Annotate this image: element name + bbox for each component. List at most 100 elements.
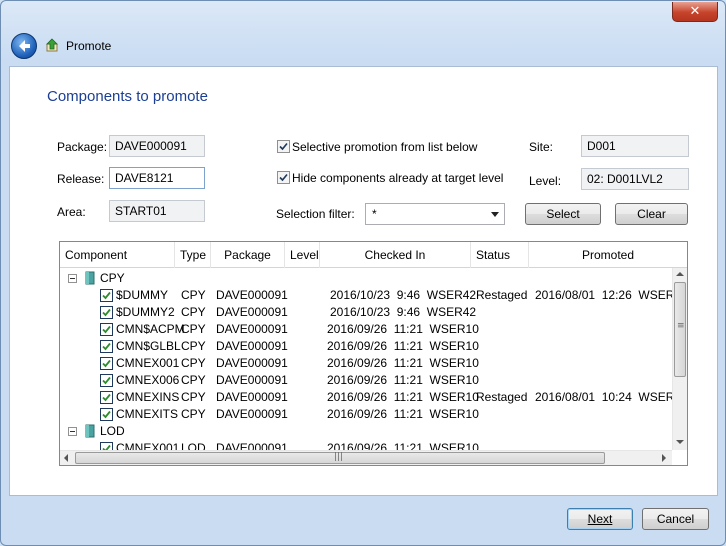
- promoted-cell: 2016/08/01 12:26 WSER42: [535, 288, 688, 302]
- close-icon: ✕: [689, 4, 701, 19]
- checkmark-icon: [102, 359, 111, 368]
- row-checkbox[interactable]: [100, 306, 113, 319]
- table-row[interactable]: CMNEXINS CPY DAVE000091 2016/09/26 11:21…: [60, 389, 687, 406]
- component-cell: $DUMMY: [116, 288, 169, 302]
- selective-promotion-label: Selective promotion from list below: [292, 140, 478, 154]
- component-cell: $DUMMY2: [116, 305, 175, 319]
- column-header-type[interactable]: Type: [175, 242, 211, 268]
- checkmark-icon: [279, 142, 288, 151]
- area-label: Area:: [57, 205, 86, 219]
- selective-promotion-checkbox[interactable]: [277, 140, 290, 153]
- checked-in-cell: 2016/10/23 9:46 WSER42: [330, 288, 477, 302]
- scroll-down-icon[interactable]: [676, 440, 684, 444]
- checked-in-cell: 2016/09/26 11:21 WSER10: [327, 322, 479, 336]
- collapse-icon[interactable]: [68, 274, 77, 283]
- vertical-scrollbar[interactable]: ≡: [672, 268, 687, 450]
- type-cell: CPY: [181, 390, 206, 404]
- type-cell: CPY: [181, 288, 206, 302]
- table-row[interactable]: CMN$ACPM CPY DAVE000091 2016/09/26 11:21…: [60, 321, 672, 338]
- group-label: LOD: [100, 424, 125, 438]
- status-cell: Restaged: [476, 288, 528, 302]
- row-checkbox[interactable]: [100, 289, 113, 302]
- column-header-level[interactable]: Level: [285, 242, 320, 268]
- checked-in-cell: 2016/09/26 11:21 WSER10: [327, 356, 479, 370]
- back-button[interactable]: [11, 33, 37, 59]
- promoted-cell: 2016/08/01 10:24 WSER42: [535, 390, 688, 404]
- column-header-component[interactable]: Component: [60, 242, 175, 268]
- component-cell: CMN$GLBL: [116, 339, 181, 353]
- component-cell: CMNEX001: [116, 356, 180, 370]
- row-checkbox[interactable]: [100, 408, 113, 421]
- row-checkbox[interactable]: [100, 323, 113, 336]
- row-checkbox[interactable]: [100, 357, 113, 370]
- group-label: CPY: [100, 271, 125, 285]
- page-heading: Components to promote: [47, 88, 208, 105]
- selection-filter-dropdown[interactable]: *: [365, 203, 505, 225]
- checked-in-cell: 2016/09/26 11:21 WSER10: [327, 407, 479, 421]
- type-cell: CPY: [181, 356, 206, 370]
- row-checkbox[interactable]: [100, 340, 113, 353]
- scroll-up-icon[interactable]: [676, 272, 684, 276]
- cancel-button[interactable]: Cancel: [642, 508, 709, 530]
- row-checkbox[interactable]: [100, 391, 113, 404]
- package-cell: DAVE000091: [216, 288, 288, 302]
- site-label: Site:: [529, 140, 554, 154]
- package-cell: DAVE000091: [216, 373, 288, 387]
- checkmark-icon: [279, 173, 288, 182]
- column-header-status[interactable]: Status: [471, 242, 529, 268]
- table-row[interactable]: CMNEX006 CPY DAVE000091 2016/09/26 11:21…: [60, 372, 672, 389]
- checked-in-cell: 2016/10/23 9:46 WSER42: [330, 305, 477, 319]
- folder-icon: [85, 424, 95, 438]
- type-cell: CPY: [181, 339, 206, 353]
- table-row[interactable]: $DUMMY2 CPY DAVE000091 2016/10/23 9:46 W…: [60, 304, 672, 321]
- scroll-left-icon[interactable]: [64, 454, 68, 462]
- checkmark-icon: [102, 308, 111, 317]
- column-header-package[interactable]: Package: [211, 242, 285, 268]
- type-cell: CPY: [181, 322, 206, 336]
- table-row[interactable]: CMN$GLBL CPY DAVE000091 2016/09/26 11:21…: [60, 338, 672, 355]
- component-cell: CMNEXITS: [116, 407, 179, 421]
- release-field[interactable]: DAVE8121: [109, 167, 205, 189]
- next-button-label: Next: [587, 512, 613, 526]
- group-row-lod[interactable]: LOD: [60, 423, 672, 440]
- horizontal-scrollbar[interactable]: |||: [60, 450, 672, 465]
- components-table[interactable]: Component Type Package Level Checked In …: [59, 241, 688, 466]
- site-field[interactable]: D001: [581, 135, 689, 157]
- group-row-cpy[interactable]: CPY: [60, 270, 672, 287]
- level-field[interactable]: 02: D001LVL2: [581, 168, 689, 190]
- vertical-scroll-thumb[interactable]: ≡: [674, 282, 686, 377]
- row-checkbox[interactable]: [100, 374, 113, 387]
- package-cell: DAVE000091: [216, 356, 288, 370]
- collapse-icon[interactable]: [68, 427, 77, 436]
- select-button[interactable]: Select: [525, 203, 601, 225]
- column-header-checked-in[interactable]: Checked In: [320, 242, 471, 268]
- checkmark-icon: [102, 342, 111, 351]
- package-cell: DAVE000091: [216, 407, 288, 421]
- status-cell: Restaged: [476, 390, 528, 404]
- column-header-promoted[interactable]: Promoted: [529, 242, 687, 268]
- table-row[interactable]: $DUMMY CPY DAVE000091 2016/10/23 9:46 WS…: [60, 287, 687, 304]
- table-row[interactable]: CMNEX001 CPY DAVE000091 2016/09/26 11:21…: [60, 355, 672, 372]
- back-arrow-icon: [19, 40, 30, 52]
- package-cell: DAVE000091: [216, 322, 288, 336]
- hide-components-label: Hide components already at target level: [292, 171, 504, 185]
- hide-components-checkbox[interactable]: [277, 171, 290, 184]
- clear-button[interactable]: Clear: [615, 203, 688, 225]
- close-button[interactable]: ✕: [672, 2, 718, 22]
- window-title: Promote: [66, 39, 112, 53]
- scroll-right-icon[interactable]: [662, 454, 666, 462]
- level-label: Level:: [529, 174, 562, 188]
- horizontal-scroll-thumb[interactable]: |||: [75, 452, 605, 464]
- grip-icon: ≡: [677, 321, 685, 331]
- package-field[interactable]: DAVE000091: [109, 135, 205, 157]
- package-cell: DAVE000091: [216, 305, 288, 319]
- promote-window: ✕ Promote Components to promote Package:…: [0, 0, 726, 546]
- promote-icon: [46, 38, 58, 52]
- checked-in-cell: 2016/09/26 11:21 WSER10: [327, 373, 479, 387]
- table-header: Component Type Package Level Checked In …: [60, 242, 687, 268]
- table-row[interactable]: CMNEXITS CPY DAVE000091 2016/09/26 11:21…: [60, 406, 672, 423]
- release-label: Release:: [57, 172, 105, 186]
- area-field[interactable]: START01: [109, 200, 205, 222]
- next-button[interactable]: Next: [567, 508, 633, 530]
- component-cell: CMNEX006: [116, 373, 180, 387]
